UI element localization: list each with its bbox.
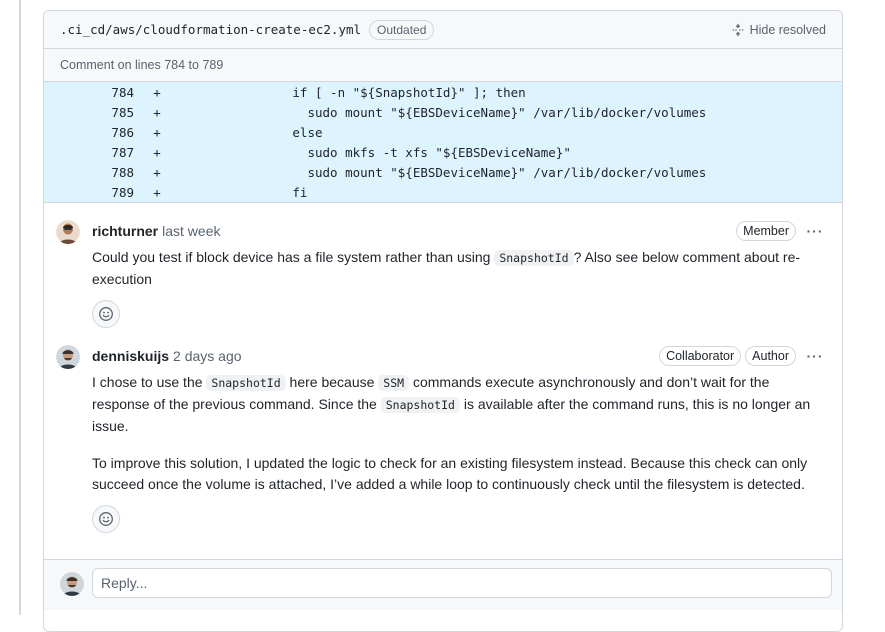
- reply-bar: Reply...: [44, 559, 842, 610]
- comment-body: I chose to use the SnapshotId here becau…: [92, 372, 826, 495]
- diff-line: 785 + sudo mount "${EBSDeviceName}" /var…: [44, 102, 842, 122]
- comment-author[interactable]: richturner: [92, 223, 158, 239]
- comment-text: I chose to use the: [92, 374, 207, 390]
- inline-code: SnapshotId: [494, 250, 574, 266]
- timeline-line: [19, 0, 21, 615]
- diff-line: 787 + sudo mkfs -t xfs "${EBSDeviceName}…: [44, 142, 842, 162]
- comment-body: Could you test if block device has a fil…: [92, 247, 826, 290]
- diff-line: 784 + if [ -n "${SnapshotId}" ]; then: [44, 82, 842, 102]
- kebab-horizontal-icon[interactable]: ···: [804, 348, 826, 364]
- add-reaction-button[interactable]: [92, 300, 120, 328]
- inline-code: SnapshotId: [206, 375, 286, 391]
- diff-sign: +: [153, 124, 161, 140]
- diff-line: 788 + sudo mount "${EBSDeviceName}" /var…: [44, 162, 842, 182]
- role-badge-member: Member: [736, 221, 796, 241]
- outdated-badge: Outdated: [369, 19, 435, 40]
- code-line: if [ -n "${SnapshotId}" ]; then: [172, 84, 526, 100]
- code-line: fi: [172, 184, 308, 200]
- file-header: .ci_cd/aws/cloudformation-create-ec2.yml…: [44, 11, 842, 49]
- review-thread: .ci_cd/aws/cloudformation-create-ec2.yml…: [43, 10, 843, 632]
- line-number[interactable]: 789: [44, 185, 134, 200]
- line-number[interactable]: 788: [44, 165, 134, 180]
- avatar-image: [56, 220, 80, 244]
- current-user-avatar: [60, 572, 84, 596]
- diff-sign: +: [153, 104, 161, 120]
- comment-timestamp[interactable]: last week: [162, 223, 220, 239]
- avatar-image: [56, 345, 80, 369]
- avatar[interactable]: [56, 220, 80, 244]
- reply-input[interactable]: Reply...: [92, 568, 832, 598]
- hide-resolved-button[interactable]: Hide resolved: [731, 11, 826, 49]
- line-number[interactable]: 784: [44, 85, 134, 100]
- code-line: sudo mkfs -t xfs "${EBSDeviceName}": [172, 144, 571, 160]
- avatar-image: [60, 572, 84, 596]
- comment-author[interactable]: denniskuijs: [92, 348, 169, 364]
- smiley-icon: [99, 512, 113, 526]
- file-path[interactable]: .ci_cd/aws/cloudformation-create-ec2.yml: [60, 22, 361, 37]
- diff-sign: +: [153, 164, 161, 180]
- role-badge-collaborator: Collaborator: [659, 346, 742, 366]
- review-comment: richturner last week Member ··· Could yo…: [44, 219, 842, 328]
- comment-text: Could you test if block device has a fil…: [92, 249, 495, 265]
- diff-sign: +: [153, 84, 161, 100]
- line-number[interactable]: 786: [44, 125, 134, 140]
- comment-text: here because: [285, 374, 379, 390]
- code-line: sudo mount "${EBSDeviceName}" /var/lib/d…: [172, 104, 707, 120]
- line-number[interactable]: 785: [44, 105, 134, 120]
- code-line: else: [172, 124, 323, 140]
- add-reaction-button[interactable]: [92, 505, 120, 533]
- comment-header: richturner last week Member ···: [92, 219, 826, 243]
- smiley-icon: [99, 307, 113, 321]
- comment-paragraph: To improve this solution, I updated the …: [92, 455, 808, 492]
- unfold-icon: [732, 23, 743, 37]
- comment-header: denniskuijs 2 days ago Collaborator Auth…: [92, 344, 826, 368]
- diff-hunk: 784 + if [ -n "${SnapshotId}" ]; then 78…: [44, 82, 842, 203]
- diff-line: 789 + fi: [44, 182, 842, 202]
- comment-badges: Member ···: [732, 221, 826, 241]
- line-number[interactable]: 787: [44, 145, 134, 160]
- inline-code: SnapshotId: [380, 397, 460, 413]
- comment-range-label: Comment on lines 784 to 789: [44, 49, 842, 82]
- inline-code: SSM: [378, 375, 410, 391]
- comment-timestamp[interactable]: 2 days ago: [173, 348, 242, 364]
- diff-line: 786 + else: [44, 122, 842, 142]
- review-comment: denniskuijs 2 days ago Collaborator Auth…: [44, 344, 842, 533]
- comment-badges: Collaborator Author ···: [655, 346, 826, 366]
- code-line: sudo mount "${EBSDeviceName}" /var/lib/d…: [172, 164, 707, 180]
- diff-sign: +: [153, 144, 161, 160]
- avatar[interactable]: [56, 345, 80, 369]
- diff-sign: +: [153, 184, 161, 200]
- hide-resolved-label: Hide resolved: [749, 23, 826, 37]
- kebab-horizontal-icon[interactable]: ···: [804, 223, 826, 239]
- role-badge-author: Author: [745, 346, 796, 366]
